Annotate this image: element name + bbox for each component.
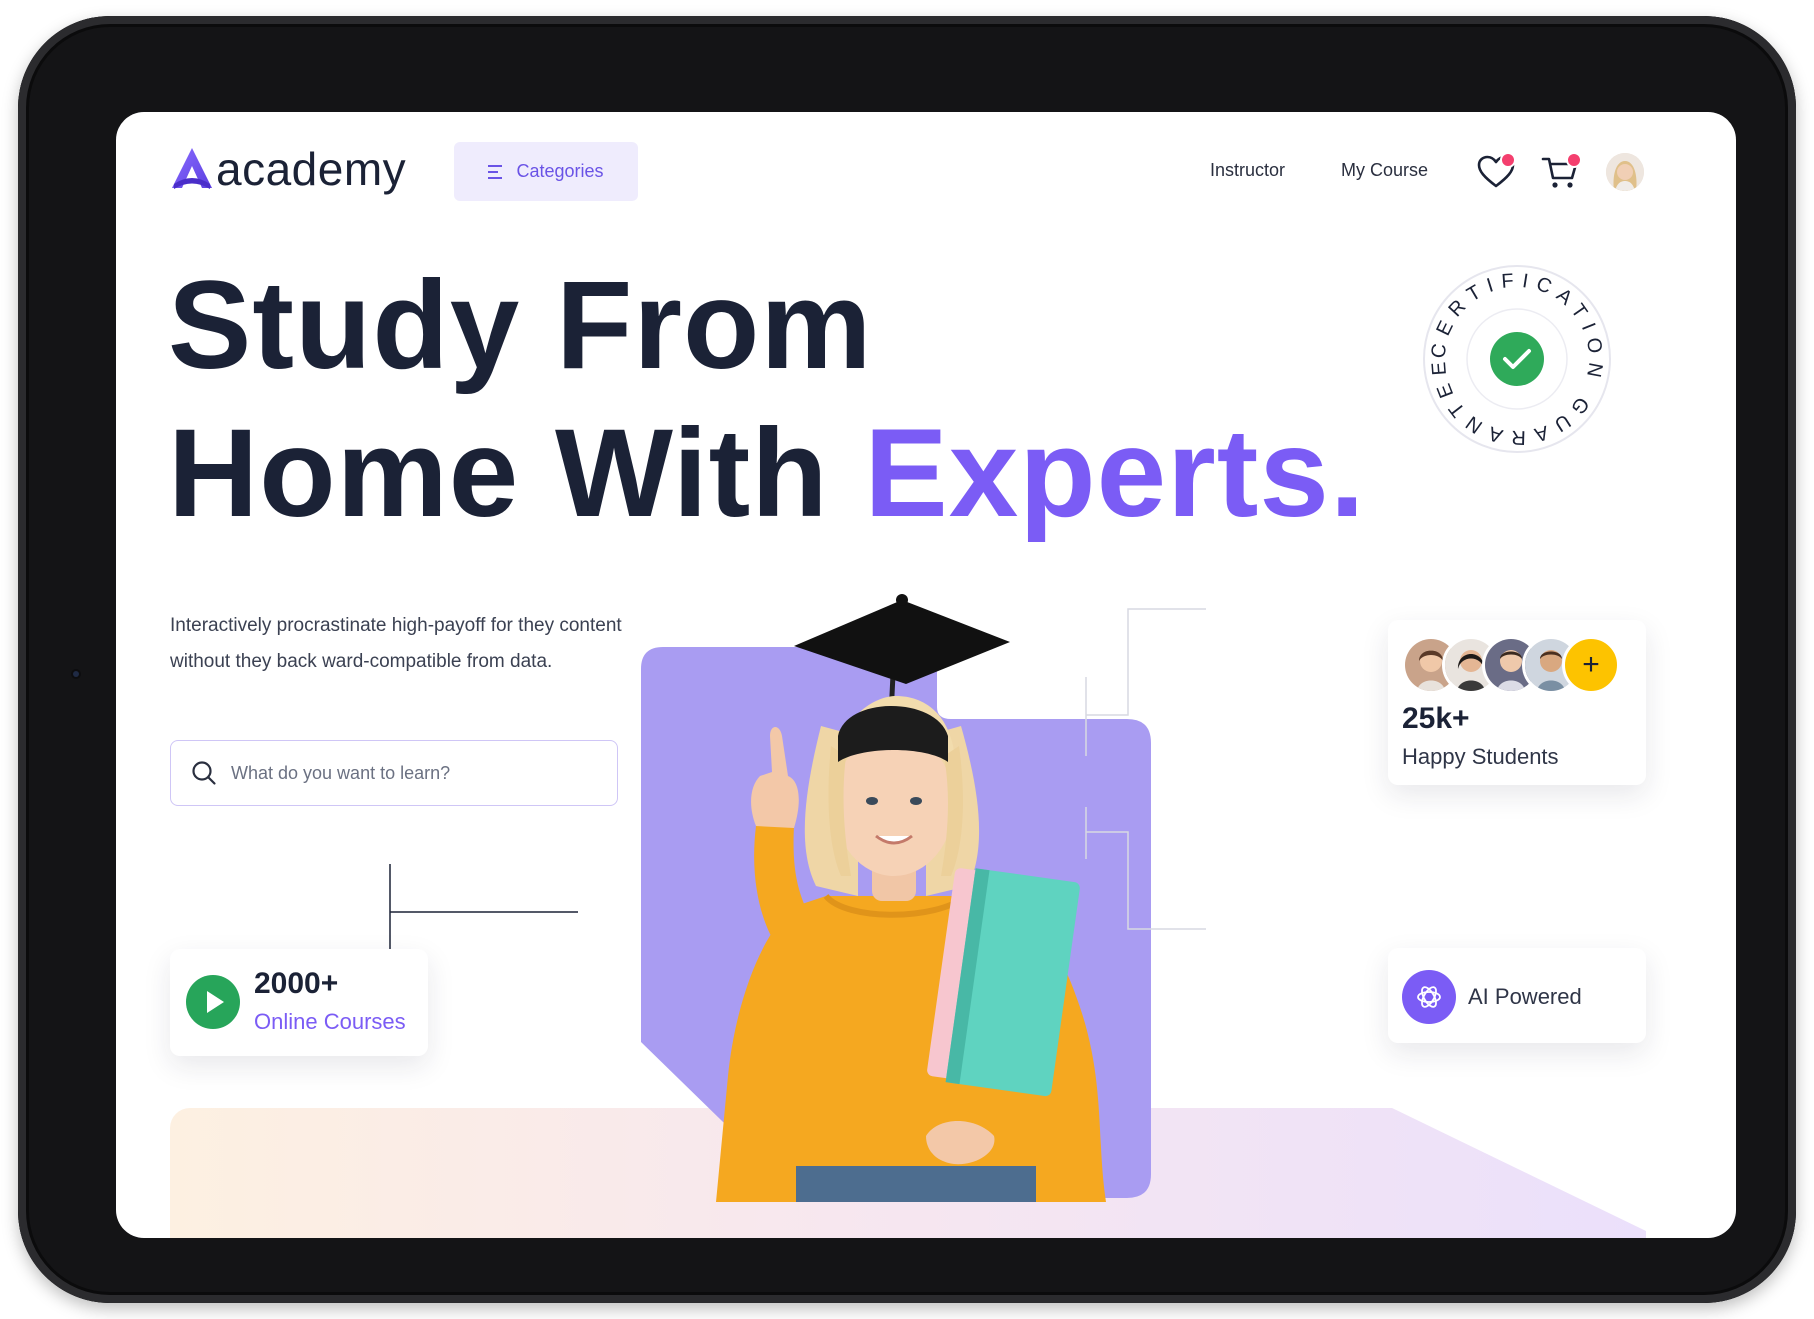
courses-label: Online Courses xyxy=(254,1009,406,1034)
hero-title: Study From Home With Experts. xyxy=(168,252,1366,548)
check-circle xyxy=(1490,332,1544,386)
avatar-icon xyxy=(1606,153,1644,191)
tablet-frame: academy Categories Instructor My Course xyxy=(18,16,1796,1303)
ai-powered-label: AI Powered xyxy=(1468,984,1582,1009)
students-stat-card: + 25k+ Happy Students xyxy=(1388,620,1646,785)
student-image xyxy=(716,594,1106,1202)
hero-title-accent: Experts. xyxy=(864,404,1366,543)
logo-text: academy xyxy=(216,143,407,195)
nav-instructor[interactable]: Instructor xyxy=(1210,160,1285,181)
cart-button[interactable] xyxy=(1540,152,1582,192)
screen: academy Categories Instructor My Course xyxy=(116,112,1736,1238)
categories-button[interactable]: Categories xyxy=(454,142,638,201)
logo[interactable]: academy xyxy=(170,143,407,195)
search-input[interactable] xyxy=(229,761,597,785)
hero-description: Interactively procrastinate high-payoff … xyxy=(170,615,622,672)
front-camera xyxy=(73,671,79,677)
categories-label: Categories xyxy=(516,161,604,181)
ai-icon xyxy=(1402,970,1456,1024)
menu-icon xyxy=(488,164,503,179)
students-label: Happy Students xyxy=(1402,744,1559,769)
play-button[interactable] xyxy=(186,975,240,1029)
play-icon xyxy=(207,991,224,1013)
user-avatar[interactable] xyxy=(1606,153,1644,191)
students-value: 25k+ xyxy=(1402,702,1470,735)
hero-title-line2: Home With xyxy=(168,404,865,543)
wishlist-notification-dot xyxy=(1500,152,1516,168)
ai-powered-card: AI Powered xyxy=(1388,948,1646,1043)
add-student-icon[interactable]: + xyxy=(1562,636,1620,694)
student-avatars: + xyxy=(1402,636,1620,694)
search-box[interactable] xyxy=(170,740,618,806)
logo-icon xyxy=(172,148,212,189)
courses-stat-card: 2000+ Online Courses xyxy=(170,949,428,1056)
hero-title-line1: Study From xyxy=(168,256,873,395)
wishlist-button[interactable] xyxy=(1476,152,1516,192)
nav-my-course[interactable]: My Course xyxy=(1341,160,1428,181)
certification-badge: CERTIFICATION GUARANTEE xyxy=(1423,265,1611,453)
search-icon xyxy=(192,761,216,785)
cart-notification-dot xyxy=(1566,152,1582,168)
ai-knot-icon xyxy=(1417,986,1441,1008)
courses-value: 2000+ xyxy=(254,967,339,1000)
